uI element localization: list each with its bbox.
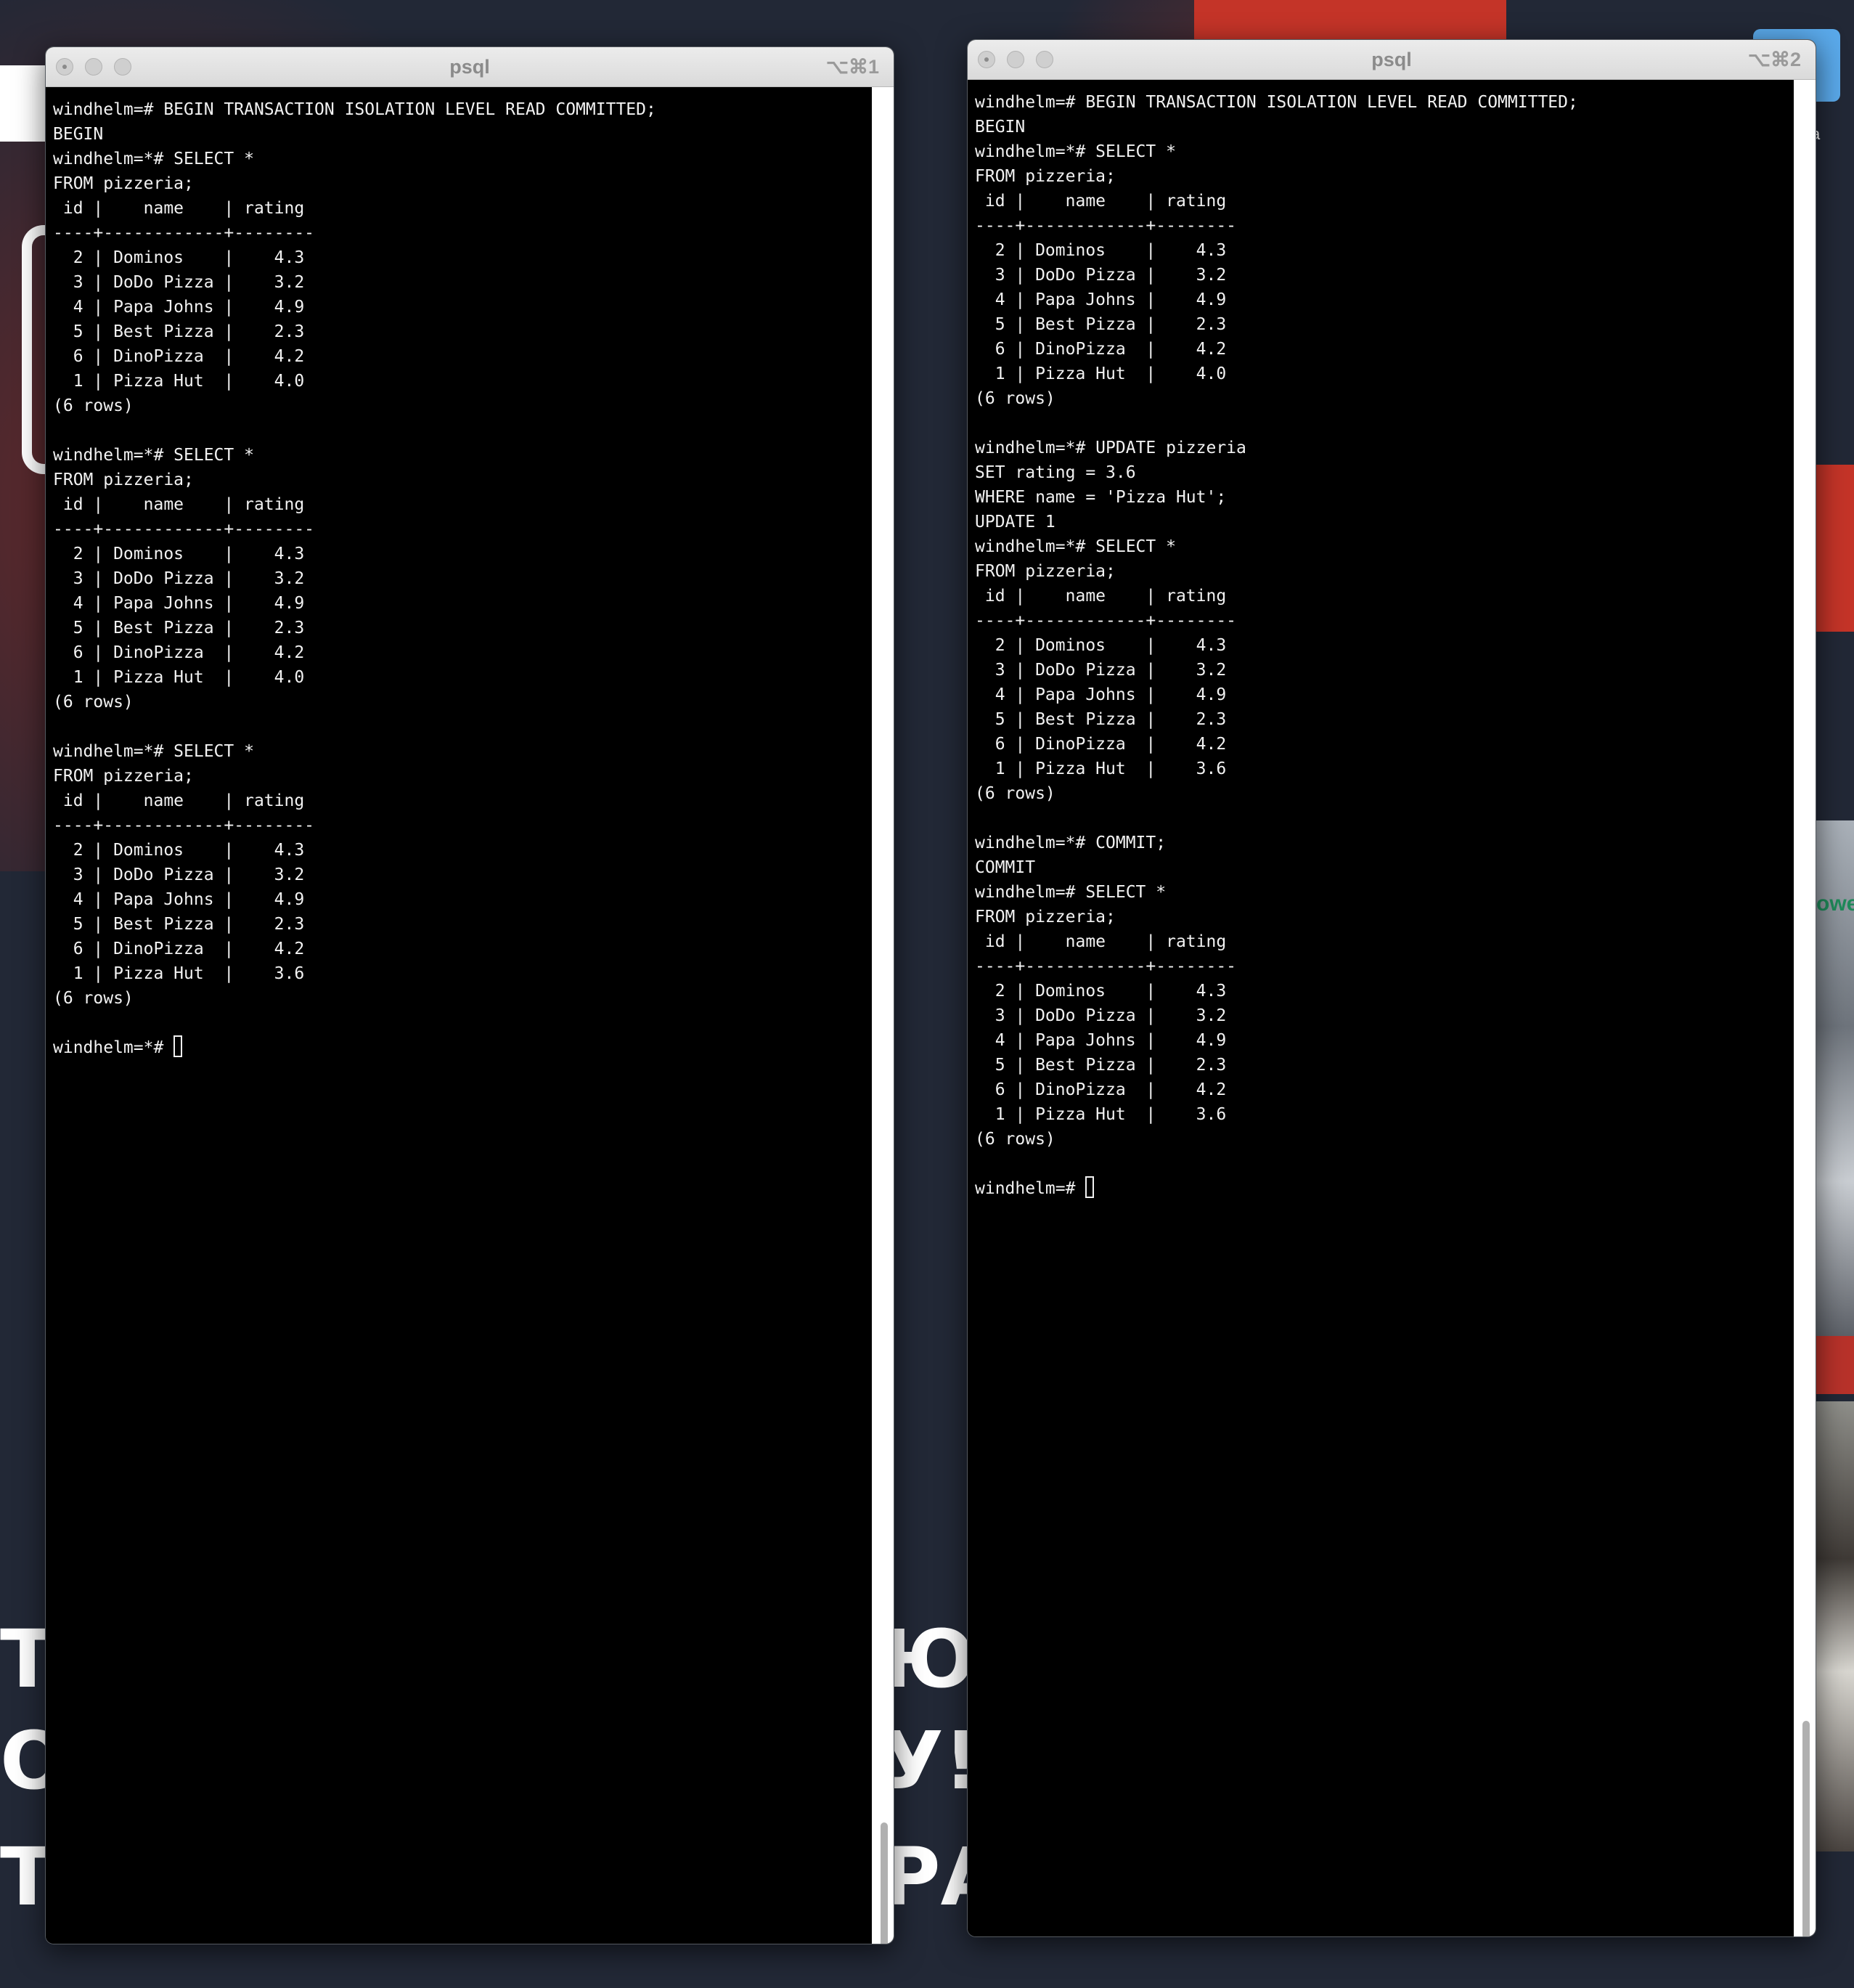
scrollbar-thumb[interactable] bbox=[1802, 1721, 1810, 1936]
background-slide-text: Ю bbox=[882, 1613, 976, 1706]
background-slide-text: У! bbox=[882, 1714, 980, 1807]
background-photo-text: owe bbox=[1816, 892, 1854, 916]
window-shortcut: ⌥⌘2 bbox=[1747, 49, 1801, 70]
terminal-text: windhelm=# BEGIN TRANSACTION ISOLATION L… bbox=[53, 100, 656, 1008]
terminal-window-1[interactable]: psql ⌥⌘1 windhelm=# BEGIN TRANSACTION IS… bbox=[45, 46, 894, 1944]
terminal-prompt: windhelm=# bbox=[975, 1179, 1086, 1198]
scrollbar[interactable] bbox=[1794, 80, 1816, 1936]
text-cursor bbox=[173, 1035, 183, 1057]
window-title: psql bbox=[1371, 49, 1412, 70]
background-photo bbox=[1811, 1401, 1854, 1851]
terminal-prompt: windhelm=*# bbox=[53, 1038, 174, 1057]
scrollbar-thumb[interactable] bbox=[881, 1822, 888, 1944]
text-cursor bbox=[1085, 1176, 1095, 1198]
window-titlebar[interactable]: psql ⌥⌘2 bbox=[968, 40, 1816, 80]
terminal-text: windhelm=# BEGIN TRANSACTION ISOLATION L… bbox=[975, 93, 1578, 1149]
terminal-output[interactable]: windhelm=# BEGIN TRANSACTION ISOLATION L… bbox=[968, 80, 1794, 1936]
scrollbar[interactable] bbox=[872, 87, 894, 1944]
window-titlebar[interactable]: psql ⌥⌘1 bbox=[46, 47, 894, 87]
terminal-output[interactable]: windhelm=# BEGIN TRANSACTION ISOLATION L… bbox=[46, 87, 872, 1944]
background-white-shape bbox=[0, 65, 45, 142]
window-shortcut: ⌥⌘1 bbox=[825, 56, 879, 78]
terminal-window-2[interactable]: psql ⌥⌘2 windhelm=# BEGIN TRANSACTION IS… bbox=[967, 39, 1816, 1937]
window-title: psql bbox=[449, 56, 490, 78]
